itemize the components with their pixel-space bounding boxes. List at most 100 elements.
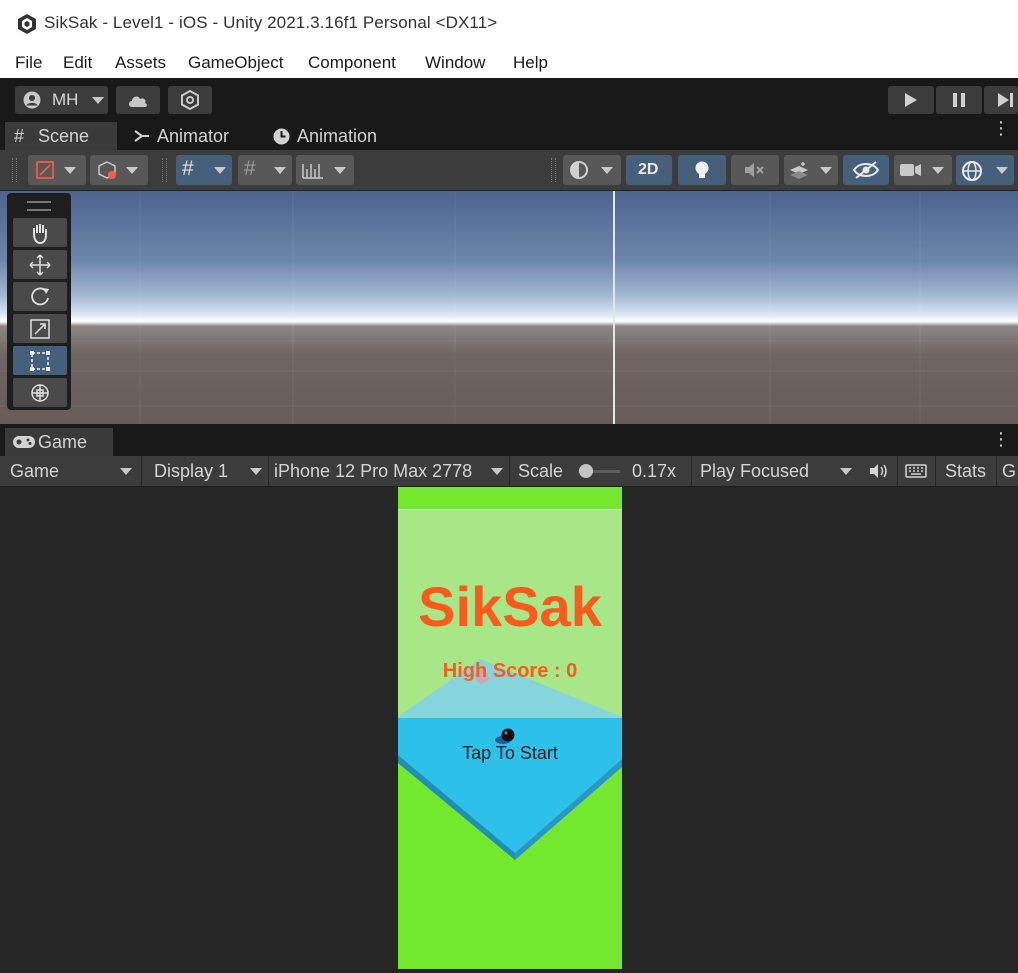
pause-icon xyxy=(953,93,965,107)
speaker-icon xyxy=(870,464,887,478)
game-toolbar: Game Display 1 iPhone 12 Pro Max 2778 Sc… xyxy=(0,456,1018,487)
step-icon xyxy=(998,93,1013,107)
chevron-down-icon xyxy=(334,167,346,174)
rotate-tool-button[interactable] xyxy=(13,282,67,311)
scale-tool-button[interactable] xyxy=(13,314,67,343)
step-button[interactable] xyxy=(984,86,1018,114)
cloud-button[interactable] xyxy=(116,86,160,114)
pivot-icon xyxy=(36,161,54,179)
rotate-icon xyxy=(31,287,49,306)
chevron-down-icon xyxy=(996,167,1008,174)
chevron-down-icon xyxy=(932,167,944,174)
pause-button[interactable] xyxy=(936,86,982,114)
tap-to-start-label[interactable]: Tap To Start xyxy=(398,743,622,764)
draw-mode-dropdown[interactable] xyxy=(563,155,621,185)
menu-help[interactable]: Help xyxy=(513,53,548,73)
rect-tool-button[interactable] xyxy=(13,346,67,375)
scene-tab-strip: # Scene Animator Animation ⋮ xyxy=(0,119,1018,150)
camera-dropdown[interactable] xyxy=(894,155,952,185)
account-label: MH xyxy=(52,90,79,109)
scale-label: Scale xyxy=(518,461,564,481)
mute-audio-toggle[interactable] xyxy=(864,456,894,486)
gizmos-toggle[interactable]: G xyxy=(1002,461,1016,482)
menu-assets[interactable]: Assets xyxy=(115,53,166,73)
menu-file[interactable]: File xyxy=(15,53,42,73)
increment-snap-dropdown[interactable]: # xyxy=(238,155,292,185)
hand-tool-button[interactable] xyxy=(13,218,67,247)
play-mode-select[interactable]: Play Focused xyxy=(692,456,860,486)
effects-dropdown[interactable] xyxy=(784,155,838,185)
chevron-down-icon xyxy=(120,468,132,475)
move-tool-button[interactable] xyxy=(13,250,67,279)
transform-tool-button[interactable] xyxy=(13,378,67,407)
lighting-toggle[interactable] xyxy=(678,155,726,185)
gizmos-dropdown[interactable] xyxy=(956,155,1014,185)
grid-snap-toggle[interactable]: # xyxy=(176,155,232,185)
tab-game-label: Game xyxy=(38,432,88,452)
menu-gameobject[interactable]: GameObject xyxy=(188,53,283,73)
chevron-down-icon xyxy=(214,167,226,174)
stats-toggle[interactable]: Stats xyxy=(945,461,986,482)
game-view-select[interactable]: Game xyxy=(0,456,140,486)
tab-scene[interactable]: # Scene xyxy=(5,122,117,150)
account-dropdown[interactable]: MH xyxy=(15,86,108,114)
play-button[interactable] xyxy=(888,86,934,114)
panel-grip-icon xyxy=(27,201,51,211)
tab-game[interactable]: Game xyxy=(5,428,113,456)
kebab-menu-icon[interactable]: ⋮ xyxy=(992,119,1010,137)
device-resolution-label: iPhone 12 Pro Max 2778 xyxy=(274,461,473,481)
camera-icon xyxy=(900,164,921,176)
hash-icon: # xyxy=(14,126,25,146)
gizmo-globe-icon xyxy=(962,161,982,181)
menu-window[interactable]: Window xyxy=(425,53,485,73)
global-local-dropdown[interactable] xyxy=(90,155,148,185)
tab-scene-label: Scene xyxy=(38,126,90,146)
pivot-dropdown[interactable] xyxy=(28,155,86,185)
effects-icon xyxy=(790,162,808,179)
mode-2d-label: 2D xyxy=(638,161,659,178)
tab-animator[interactable]: Animator xyxy=(122,122,260,150)
game-screen[interactable]: SikSak High Score : 0 Tap To Start xyxy=(398,487,622,969)
grid-snap-icon: # xyxy=(182,157,194,180)
cube-icon xyxy=(98,161,116,179)
scene-grid xyxy=(0,191,1018,424)
scene-toolbar: # # 2D xyxy=(0,150,1018,191)
game-tab-strip: Game ⋮ xyxy=(0,428,1018,456)
lightbulb-icon xyxy=(695,161,709,178)
tab-animation[interactable]: Animation xyxy=(265,122,395,150)
game-view-select-label: Game xyxy=(10,461,60,481)
menu-bar: File Edit Assets GameObject Component Wi… xyxy=(0,48,1018,78)
mode-2d-toggle[interactable]: 2D xyxy=(626,155,672,185)
kebab-menu-icon[interactable]: ⋮ xyxy=(992,430,1010,448)
user-icon xyxy=(23,91,41,109)
chevron-down-icon xyxy=(601,167,613,174)
scene-viewport[interactable] xyxy=(0,191,1018,424)
collab-button[interactable] xyxy=(168,86,212,114)
shortcuts-toggle[interactable] xyxy=(898,456,934,486)
scale-icon xyxy=(30,319,50,339)
keyboard-icon xyxy=(905,464,927,478)
chevron-down-icon xyxy=(491,468,503,475)
visibility-toggle[interactable] xyxy=(843,155,889,185)
scale-slider-handle[interactable] xyxy=(579,464,593,478)
audio-toggle[interactable] xyxy=(731,155,779,185)
device-resolution-select[interactable]: iPhone 12 Pro Max 2778 xyxy=(269,456,509,486)
menu-edit[interactable]: Edit xyxy=(63,53,92,73)
window-title: SikSak - Level1 - iOS - Unity 2021.3.16f… xyxy=(44,13,498,32)
chevron-down-icon xyxy=(250,468,262,475)
move-icon xyxy=(29,254,51,276)
play-mode-label: Play Focused xyxy=(700,461,810,481)
menu-component[interactable]: Component xyxy=(308,53,396,73)
toolbar-divider xyxy=(996,456,997,486)
clock-icon xyxy=(273,128,290,145)
toolbar-grip-icon xyxy=(12,158,17,182)
tab-animator-label: Animator xyxy=(157,126,230,146)
mute-icon xyxy=(745,163,764,177)
ruler-dropdown[interactable] xyxy=(296,155,354,185)
chevron-down-icon xyxy=(64,167,76,174)
chevron-down-icon xyxy=(126,167,138,174)
display-select[interactable]: Display 1 xyxy=(142,456,268,486)
main-toolbar: MH xyxy=(0,78,1018,122)
high-score-label: High Score : 0 xyxy=(442,660,578,682)
ruler-icon xyxy=(302,164,323,179)
